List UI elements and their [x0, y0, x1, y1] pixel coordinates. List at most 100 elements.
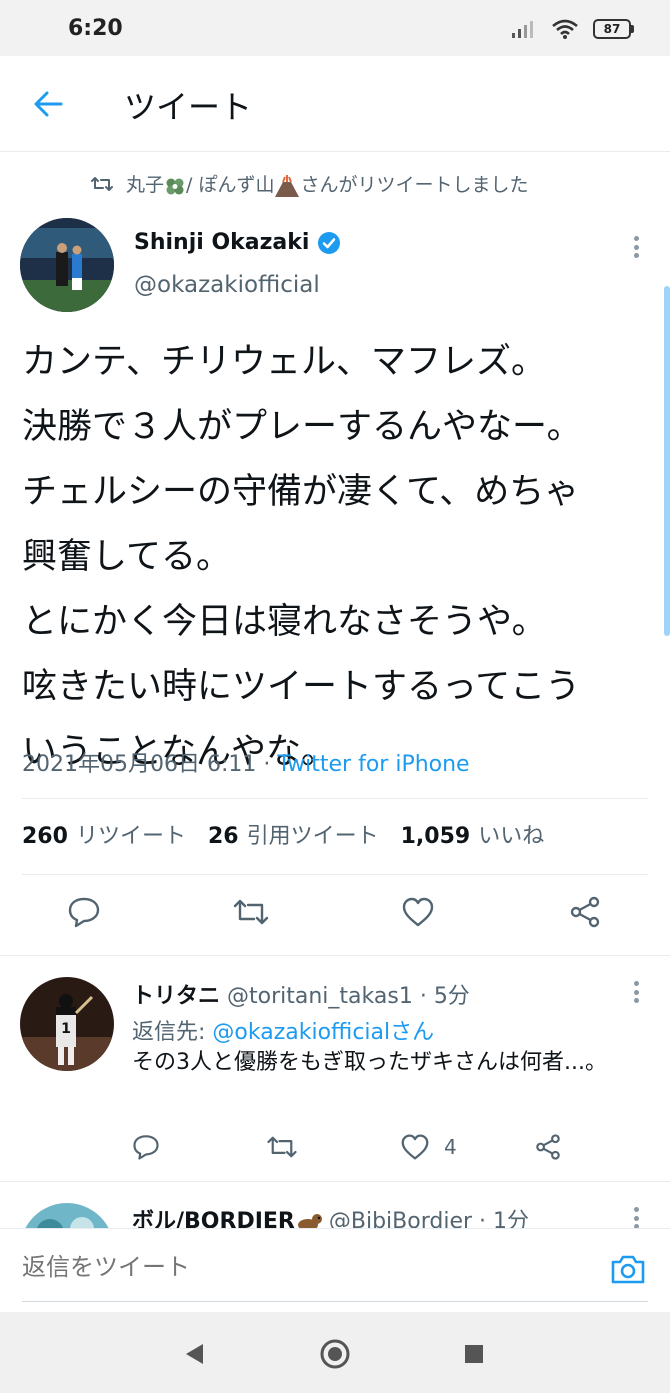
quotes-label: 引用ツイート	[246, 824, 379, 849]
signal-icon	[512, 21, 533, 38]
reply-to: 返信先: @okazakiofficialさん	[132, 1014, 434, 1046]
reply-author-handle[interactable]: @toritani_takas1	[227, 984, 413, 1009]
battery-icon: 87	[593, 19, 634, 39]
status-bar: 6:20 87	[0, 0, 670, 56]
circle-home-icon	[320, 1339, 350, 1369]
tweet-more-icon[interactable]	[626, 232, 646, 262]
tweet-source[interactable]: Twitter for iPhone	[277, 752, 469, 777]
tweet-timestamp[interactable]: 2021年05月06日 6:11	[22, 752, 256, 777]
reply-input-underline	[22, 1301, 648, 1302]
reply-author-handle[interactable]: @BibiBordier	[329, 1209, 472, 1228]
nav-home-button[interactable]	[317, 1336, 353, 1372]
reply-more-icon[interactable]	[626, 1203, 646, 1228]
retweet-label: さんがリツイートしました	[300, 174, 529, 196]
square-recents-icon	[465, 1345, 483, 1363]
tweet-line: とにかく今日は寝れなさそうや。	[22, 602, 547, 642]
tweet-line: 決勝で３人がプレーするんやなー。	[22, 407, 582, 447]
avatar-photo: 1	[20, 977, 114, 1071]
likes-stat[interactable]: 1,059 いいね	[401, 818, 545, 850]
share-button[interactable]	[565, 892, 605, 932]
reply-header: ボル/BORDIER @BibiBordier · 1分	[132, 1203, 529, 1228]
author-handle[interactable]: @okazakiofficial	[134, 272, 320, 298]
reply-retweet-button[interactable]	[266, 1129, 298, 1165]
avatar-photo	[20, 1203, 114, 1228]
reply-to-mention[interactable]: @okazakiofficialさん	[212, 1020, 434, 1045]
tweet-line: 興奮してる。	[22, 537, 231, 577]
reply-avatar[interactable]	[20, 1203, 114, 1228]
avatar-photo	[20, 218, 114, 312]
reply-author-name[interactable]: ボル/BORDIER	[132, 1209, 295, 1228]
retweeter-name-part1: 丸子	[126, 174, 165, 196]
divider	[22, 798, 648, 799]
nav-back-button[interactable]	[176, 1336, 212, 1372]
retweet-button[interactable]	[231, 892, 271, 932]
clover-emoji-icon	[166, 178, 184, 194]
camera-icon	[611, 1255, 645, 1284]
reply-more-icon[interactable]	[626, 977, 646, 1007]
reply-button[interactable]	[64, 892, 104, 932]
tweet-line: カンテ、チリウェル、マフレズ。	[22, 342, 546, 382]
reply-icon	[133, 1135, 159, 1160]
meta-separator: ·	[256, 752, 278, 777]
tweet-stats: 260 リツイート 26 引用ツイート 1,059 いいね	[22, 818, 544, 850]
reply-time: · 5分	[419, 984, 470, 1009]
tweet-meta: 2021年05月06日 6:11 · Twitter for iPhone	[22, 746, 470, 778]
wifi-icon	[552, 19, 578, 39]
back-button[interactable]	[24, 80, 72, 128]
reply-actions: 4	[132, 1129, 652, 1165]
retweeter-name-part2: / ぽんず山	[186, 174, 275, 196]
reply-composer	[0, 1228, 670, 1312]
back-arrow-icon	[34, 91, 63, 117]
page-title: ツイート	[124, 88, 253, 126]
quotes-stat[interactable]: 26 引用ツイート	[208, 818, 379, 850]
reply-header: トリタニ @toritani_takas1 · 5分	[132, 978, 470, 1010]
reply-like-button[interactable]: 4	[400, 1129, 457, 1165]
author-avatar[interactable]	[20, 218, 114, 312]
reply-input[interactable]	[22, 1253, 542, 1281]
battery-level: 87	[593, 19, 631, 39]
retweet-icon	[91, 176, 113, 191]
retweets-label: リツイート	[75, 824, 186, 849]
reply-to-label: 返信先:	[132, 1020, 213, 1045]
reply-icon	[68, 897, 100, 928]
status-icons: 87	[511, 14, 634, 44]
retweets-count: 260	[22, 824, 68, 849]
reply-share-button[interactable]	[534, 1129, 562, 1165]
divider	[22, 874, 648, 875]
tweet-text: カンテ、チリウェル、マフレズ。 決勝で３人がプレーするんやなー。 チェルシーの守…	[22, 330, 642, 785]
heart-icon	[401, 1134, 429, 1160]
tweet-line: チェルシーの守備が凄くて、めちゃ	[22, 472, 580, 512]
reply-tweet[interactable]: ボル/BORDIER @BibiBordier · 1分	[0, 1181, 670, 1228]
quotes-count: 26	[207, 824, 239, 849]
author-name[interactable]: Shinji Okazaki	[134, 230, 341, 255]
retweeted-by[interactable]: 丸子 / ぽんず山 さんがリツイートしました	[90, 170, 528, 198]
reply-tweet[interactable]: 1 トリタニ @toritani_takas1 · 5分 返信先: @okaza…	[0, 955, 670, 1181]
scrollbar[interactable]	[664, 286, 670, 636]
author-name-text: Shinji Okazaki	[134, 230, 310, 255]
likes-count: 1,059	[400, 824, 471, 849]
reply-avatar[interactable]: 1	[20, 977, 114, 1071]
nav-recents-button[interactable]	[456, 1336, 492, 1372]
reply-like-count: 4	[444, 1135, 457, 1159]
like-button[interactable]	[398, 892, 438, 932]
retweet-icon	[233, 899, 269, 925]
status-time: 6:20	[68, 16, 123, 41]
reply-author-name[interactable]: トリタニ	[132, 984, 220, 1009]
retweets-stat[interactable]: 260 リツイート	[22, 818, 186, 850]
share-icon	[570, 896, 600, 928]
header: ツイート	[0, 56, 670, 152]
retweet-icon	[267, 1136, 297, 1158]
reply-time: · 1分	[479, 1209, 530, 1228]
reply-text: その3人と優勝をもぎ取ったザキさんは何者...。	[132, 1050, 607, 1075]
camera-button[interactable]	[608, 1249, 648, 1289]
triangle-back-icon	[186, 1344, 203, 1364]
tweet-line: 呟きたい時にツイートするってこう	[22, 667, 581, 707]
likes-label: いいね	[478, 824, 545, 849]
verified-badge-icon	[318, 231, 341, 254]
system-nav-bar	[0, 1312, 670, 1393]
svg-text:1: 1	[61, 1021, 71, 1037]
otter-emoji-icon	[297, 1214, 322, 1228]
share-icon	[536, 1134, 560, 1160]
volcano-emoji-icon	[275, 174, 300, 197]
reply-reply-button[interactable]	[132, 1129, 160, 1165]
